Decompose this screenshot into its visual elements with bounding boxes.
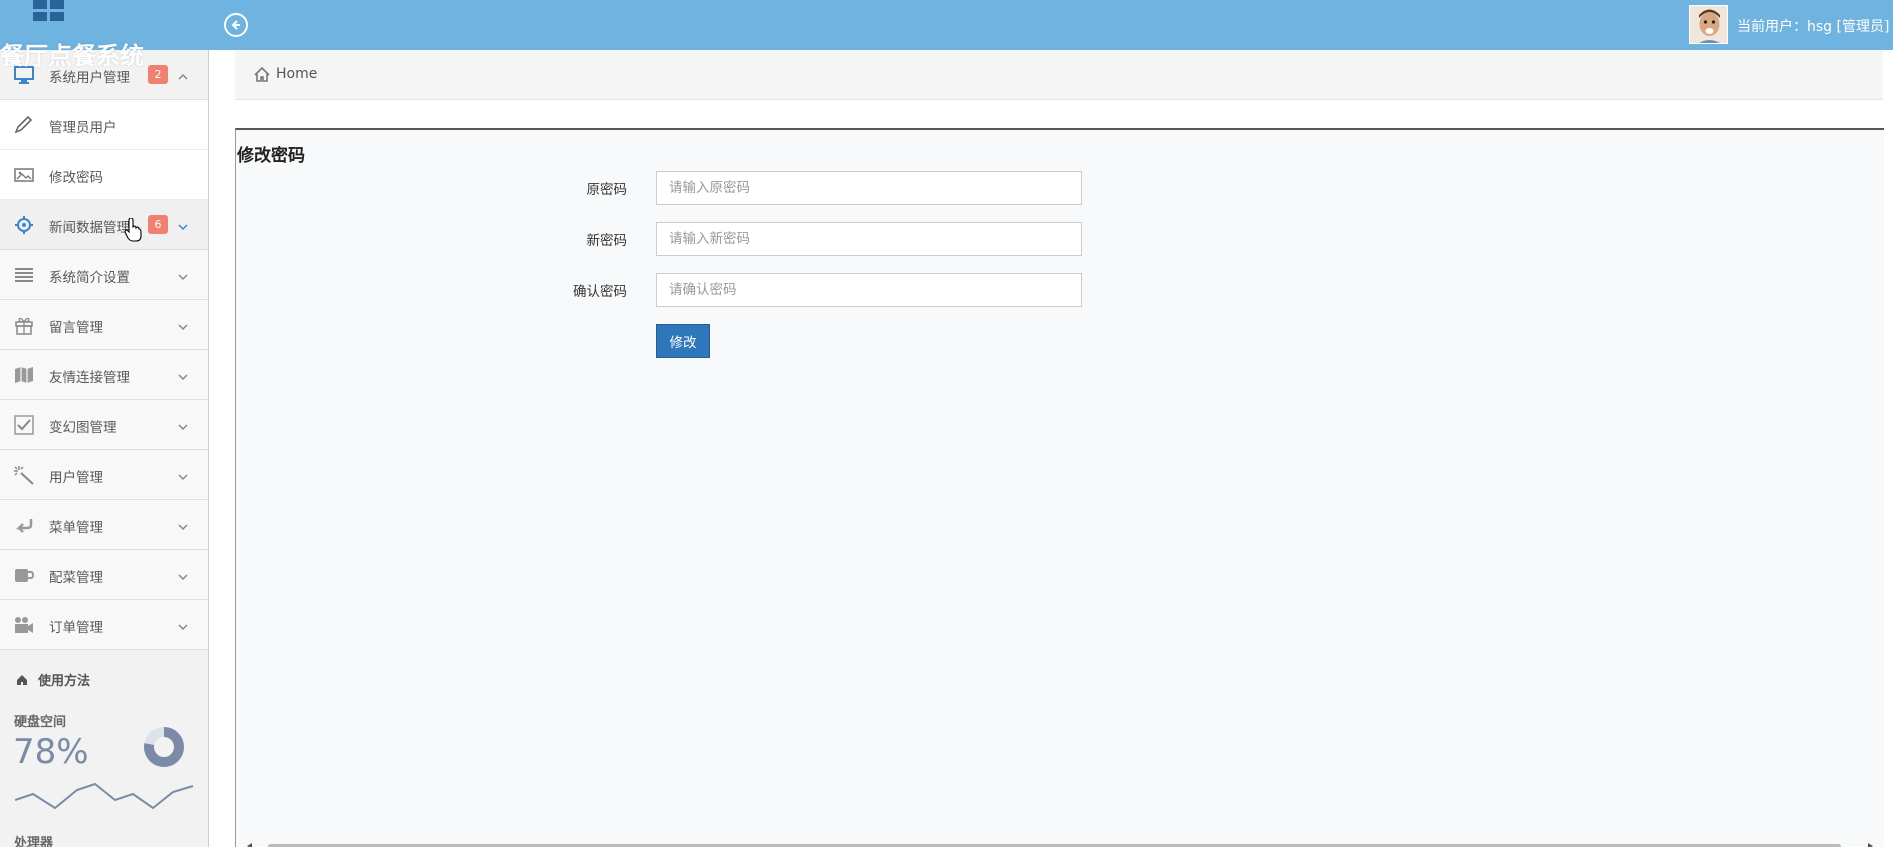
app-title: 餐厅点餐系统	[0, 42, 144, 70]
chevron-down-icon	[177, 468, 189, 481]
page-title: 修改密码	[237, 146, 305, 166]
sidebar-item-orders[interactable]: 订单管理	[0, 600, 208, 650]
sidebar-item-menu[interactable]: 菜单管理	[0, 500, 208, 550]
scroll-right-icon[interactable]	[1866, 843, 1874, 847]
sidebar-item-label: 变幻图管理	[49, 420, 117, 436]
magic-wand-icon	[13, 465, 35, 485]
sidebar-item-messages[interactable]: 留言管理	[0, 300, 208, 350]
windows-logo-icon	[33, 0, 65, 22]
breadcrumb: Home	[235, 50, 1883, 100]
change-password-panel: 修改密码 原密码 新密码 确认密码 修改	[235, 128, 1884, 847]
crosshair-icon	[13, 215, 35, 235]
coffee-icon	[13, 565, 35, 585]
cpu-title: 处理器	[14, 836, 54, 847]
sidebar-item-slideshow[interactable]: 变幻图管理	[0, 400, 208, 450]
breadcrumb-home-link[interactable]: Home	[276, 66, 317, 82]
sidebar-subitem-label: 修改密码	[49, 170, 103, 186]
new-password-label: 新密码	[586, 233, 628, 249]
picture-icon	[13, 165, 35, 185]
usage-label: 使用方法	[38, 674, 91, 689]
chevron-down-icon	[177, 268, 189, 281]
camera-icon	[13, 615, 35, 635]
sidebar-item-label: 用户管理	[49, 470, 103, 486]
user-avatar[interactable]	[1689, 5, 1728, 44]
sidebar-item-label: 系统简介设置	[49, 270, 130, 286]
submit-button[interactable]: 修改	[656, 324, 710, 358]
sidebar-item-label: 留言管理	[49, 320, 103, 336]
list-icon	[13, 265, 35, 285]
chevron-up-icon	[177, 68, 189, 80]
count-badge: 6	[148, 215, 168, 234]
disk-space-value: 78%	[13, 732, 89, 772]
chevron-down-icon	[177, 568, 189, 581]
sidebar-item-label: 菜单管理	[49, 520, 103, 536]
sidebar-item-label: 新闻数据管理	[49, 220, 130, 236]
sidebar-subitem-admin-users[interactable]: 管理员用户	[0, 100, 208, 150]
map-icon	[13, 365, 35, 385]
sidebar-item-label: 订单管理	[49, 620, 103, 636]
chevron-down-icon	[177, 218, 189, 231]
current-user-label[interactable]: 当前用户：hsg [管理员]	[1737, 16, 1889, 36]
sidebar-item-users[interactable]: 用户管理	[0, 450, 208, 500]
new-password-input[interactable]	[656, 222, 1082, 256]
check-square-icon	[13, 415, 35, 435]
hand-cursor-icon	[124, 218, 142, 242]
disk-space-title: 硬盘空间	[14, 715, 67, 730]
chevron-down-icon	[177, 518, 189, 531]
home-icon	[17, 675, 27, 685]
chevron-down-icon	[177, 618, 189, 631]
sidebar-item-news[interactable]: 新闻数据管理 6	[0, 200, 208, 250]
chevron-down-icon	[177, 318, 189, 331]
usage-link[interactable]: 使用方法	[16, 670, 90, 689]
pencil-icon	[13, 115, 35, 135]
sidebar-subitem-label: 管理员用户	[49, 120, 117, 136]
sidebar-item-label: 配菜管理	[49, 570, 103, 586]
sidebar-toggle-back-icon[interactable]	[224, 13, 248, 37]
horizontal-scrollbar[interactable]	[236, 843, 1885, 847]
disk-sparkline	[15, 782, 194, 810]
confirm-password-label: 确认密码	[573, 284, 627, 300]
chevron-down-icon	[177, 418, 189, 431]
scroll-left-icon[interactable]	[246, 843, 254, 847]
sidebar-item-links[interactable]: 友情连接管理	[0, 350, 208, 400]
count-badge: 2	[148, 65, 168, 84]
chevron-down-icon	[177, 368, 189, 381]
home-icon	[254, 66, 270, 86]
disk-usage-donut	[144, 727, 184, 767]
sidebar-item-intro[interactable]: 系统简介设置	[0, 250, 208, 300]
gift-icon	[13, 315, 35, 335]
sidebar: 系统用户管理 2 管理员用户 修改密码 新闻数据管理 6 系统简介设置 留言管理…	[0, 50, 209, 847]
reply-icon	[13, 515, 35, 535]
sidebar-item-side-dishes[interactable]: 配菜管理	[0, 550, 208, 600]
old-password-label: 原密码	[586, 182, 628, 198]
confirm-password-input[interactable]	[656, 273, 1082, 307]
old-password-input[interactable]	[656, 171, 1082, 205]
sidebar-subitem-change-password[interactable]: 修改密码	[0, 150, 208, 200]
sidebar-item-label: 友情连接管理	[49, 370, 130, 386]
top-navbar: 当前用户：hsg [管理员]	[0, 0, 1893, 50]
